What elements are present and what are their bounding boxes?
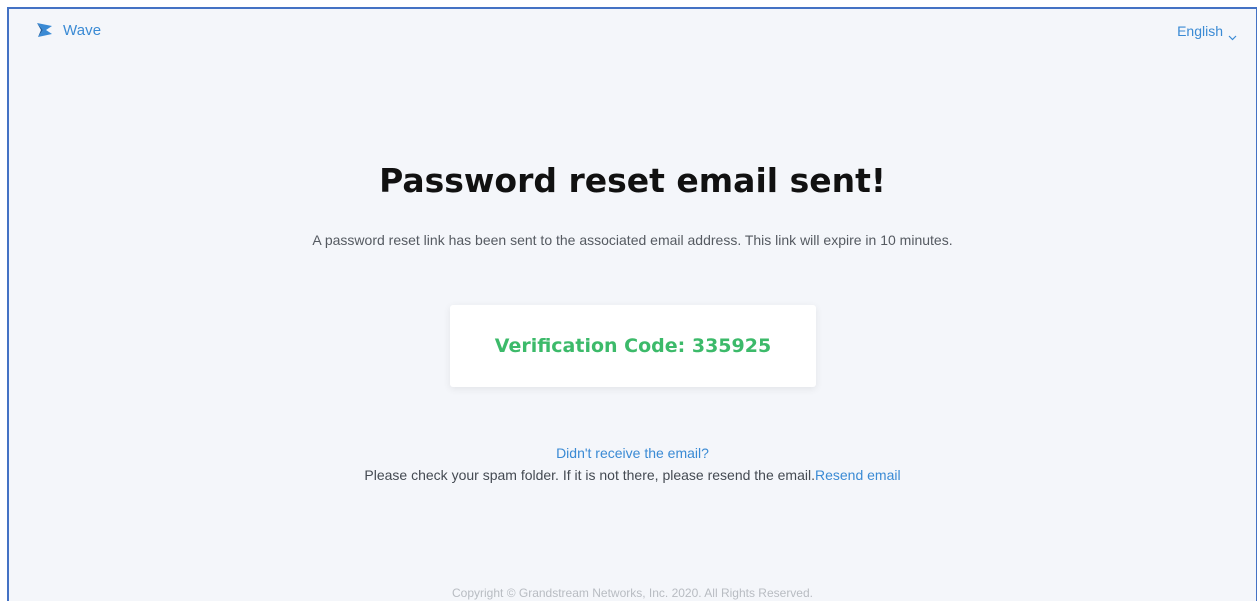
copyright-footer: Copyright © Grandstream Networks, Inc. 2… (452, 586, 813, 600)
wave-logo-icon (35, 21, 55, 39)
reset-description: A password reset link has been sent to t… (312, 232, 953, 248)
brand-logo[interactable]: Wave (35, 21, 101, 39)
help-link-row: Didn't receive the email? (9, 445, 1256, 461)
page-title: Password reset email sent! (379, 161, 886, 200)
chevron-down-icon (1228, 28, 1237, 41)
resend-email-link[interactable]: Resend email (815, 467, 901, 483)
didnt-receive-email-link[interactable]: Didn't receive the email? (556, 445, 709, 461)
language-label: English (1177, 23, 1223, 39)
verification-code-card: Verification Code: 335925 (450, 305, 816, 387)
spam-folder-note: Please check your spam folder. If it is … (364, 467, 815, 483)
brand-name: Wave (63, 21, 102, 39)
help-text-row: Please check your spam folder. If it is … (9, 467, 1256, 483)
page-frame: Wave English Password reset email sent! … (7, 7, 1257, 601)
language-selector[interactable]: English (1177, 23, 1237, 41)
verification-code: Verification Code: 335925 (494, 335, 772, 357)
